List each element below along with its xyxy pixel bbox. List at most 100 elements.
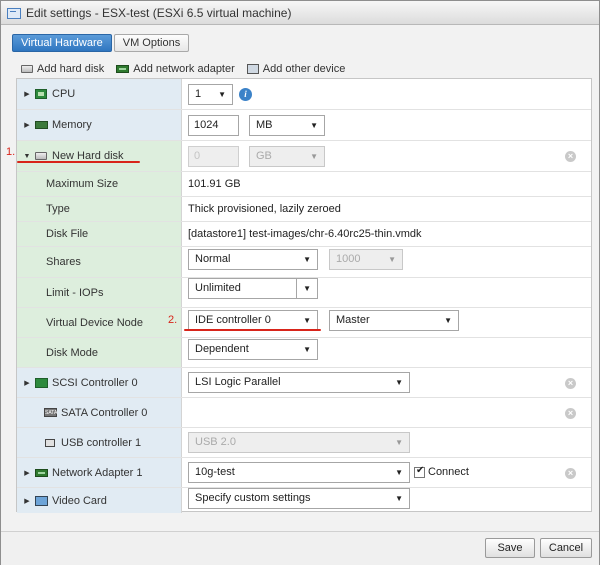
- disk-file-value-cell: [datastore1] test-images/chr-6.40rc25-th…: [188, 222, 422, 246]
- disk-limit-iops-row: Limit - IOPs Unlimited ▼: [17, 278, 591, 308]
- info-icon[interactable]: i: [239, 88, 252, 101]
- hardware-row-usb-controller: USB controller 1 USB 2.0 ▼: [17, 428, 591, 458]
- connect-checkbox[interactable]: [414, 465, 425, 478]
- position-value: Master: [336, 314, 370, 326]
- remove-device-icon[interactable]: ×: [565, 468, 576, 479]
- expand-arrow-icon[interactable]: ▶: [23, 497, 31, 505]
- shares-amount-select[interactable]: 1000 ▼: [329, 249, 403, 270]
- type-label: Type: [46, 203, 70, 215]
- cancel-button[interactable]: Cancel: [540, 538, 592, 558]
- edit-settings-dialog: Edit settings - ESX-test (ESXi 6.5 virtu…: [0, 0, 600, 565]
- type-value-cell: Thick provisioned, lazily zeroed: [188, 197, 341, 221]
- scsi-controller-type-select[interactable]: LSI Logic Parallel ▼: [188, 372, 410, 393]
- cpu-count-value: 1: [195, 88, 202, 100]
- chevron-down-icon: ▼: [395, 438, 403, 447]
- hardware-row-memory: ▶ Memory 1024 MB ▼: [17, 110, 591, 141]
- scsi-controller-type-value: LSI Logic Parallel: [195, 376, 281, 388]
- window-title: Edit settings - ESX-test (ESXi 6.5 virtu…: [26, 5, 292, 20]
- expand-arrow-icon[interactable]: ▶: [23, 379, 31, 387]
- limit-iops-label: Limit - IOPs: [46, 286, 104, 299]
- annotation-2: 2.: [168, 314, 178, 326]
- sata-controller-label-cell[interactable]: SATA SATA Controller 0: [17, 398, 182, 427]
- shares-select[interactable]: Normal ▼: [188, 249, 318, 270]
- connect-label: Connect: [428, 466, 469, 478]
- device-node-controller-select[interactable]: IDE controller 0 ▼: [188, 310, 318, 331]
- network-adapter-label: Network Adapter 1: [52, 466, 143, 479]
- sata-controller-icon: SATA: [44, 408, 58, 417]
- remove-device-icon[interactable]: ×: [565, 408, 576, 419]
- disk-mode-select[interactable]: Dependent ▼: [188, 339, 318, 360]
- disk-size-input[interactable]: 0: [188, 146, 239, 167]
- shares-label: Shares: [46, 256, 81, 268]
- hardware-row-sata-controller: SATA SATA Controller 0 ×: [17, 398, 591, 428]
- memory-input[interactable]: 1024: [188, 115, 239, 136]
- cpu-icon: [35, 89, 47, 99]
- maximum-size-value-cell: 101.91 GB: [188, 172, 241, 196]
- title-bar[interactable]: Edit settings - ESX-test (ESXi 6.5 virtu…: [1, 1, 599, 25]
- hardware-row-network-adapter: ▶ Network Adapter 1 10g-test ▼ Connect ×: [17, 458, 591, 488]
- usb-controller-icon: [44, 438, 56, 448]
- usb-version-select[interactable]: USB 2.0 ▼: [188, 432, 410, 453]
- limit-iops-value: Unlimited: [195, 282, 241, 294]
- shares-amount-value: 1000: [336, 253, 361, 265]
- remove-device-icon[interactable]: ×: [565, 151, 576, 162]
- remove-device-icon[interactable]: ×: [565, 378, 576, 389]
- disk-shares-row: Shares Normal ▼ 1000 ▼: [17, 247, 591, 278]
- maximum-size-label: Maximum Size: [46, 178, 119, 190]
- usb-controller-label: USB controller 1: [61, 436, 142, 449]
- memory-label: Memory: [52, 119, 92, 131]
- annotation-underline-2: [184, 329, 321, 331]
- cpu-count-select[interactable]: 1 ▼: [188, 84, 233, 105]
- virtual-device-node-row: Virtual Device Node IDE controller 0 ▼ M…: [17, 308, 591, 338]
- disk-file-row: Disk File [datastore1] test-images/chr-6…: [17, 222, 591, 247]
- save-button[interactable]: Save: [485, 538, 535, 558]
- chevron-down-icon: ▼: [395, 494, 403, 503]
- disk-file-label: Disk File: [46, 228, 89, 240]
- network-select[interactable]: 10g-test ▼: [188, 462, 410, 483]
- memory-label-cell[interactable]: ▶ Memory: [17, 110, 182, 140]
- disk-size-unit-select[interactable]: GB ▼: [249, 146, 325, 167]
- chevron-down-icon: ▼: [296, 279, 311, 298]
- network-adapter-label-cell[interactable]: ▶ Network Adapter 1: [17, 458, 182, 487]
- hard-disk-icon: [21, 65, 33, 73]
- annotation-1: 1.: [6, 146, 16, 158]
- video-card-label-cell[interactable]: ▶ Video Card: [17, 488, 182, 513]
- disk-type-row: Type Thick provisioned, lazily zeroed: [17, 197, 591, 222]
- device-node-position-select[interactable]: Master ▼: [329, 310, 459, 331]
- disk-mode-label: Disk Mode: [46, 346, 98, 359]
- hardware-row-cpu: ▶ CPU 1 ▼ i: [17, 79, 591, 110]
- type-label-cell: Type: [17, 197, 182, 221]
- limit-iops-select[interactable]: Unlimited ▼: [188, 278, 318, 299]
- expand-arrow-icon[interactable]: ▶: [23, 90, 31, 98]
- dialog-footer: Save Cancel: [1, 531, 599, 565]
- usb-controller-label-cell[interactable]: USB controller 1: [17, 428, 182, 457]
- add-hard-disk-button[interactable]: Add hard disk: [21, 63, 104, 75]
- new-hard-disk-label-cell[interactable]: ▼ New Hard disk: [17, 141, 182, 171]
- network-adapter-icon: [116, 65, 130, 73]
- maximum-size-label-cell: Maximum Size: [17, 172, 182, 196]
- expand-arrow-icon[interactable]: ▶: [23, 469, 31, 477]
- chevron-down-icon: ▼: [303, 345, 311, 354]
- add-network-adapter-button[interactable]: Add network adapter: [116, 63, 235, 75]
- expand-arrow-icon[interactable]: ▶: [23, 121, 31, 129]
- cpu-label-cell[interactable]: ▶ CPU: [17, 79, 182, 109]
- hardware-row-new-hard-disk: ▼ New Hard disk 0 GB ▼ ×: [17, 141, 591, 172]
- hard-disk-icon: [35, 152, 47, 160]
- tab-vm-options[interactable]: VM Options: [113, 34, 190, 52]
- add-other-device-label: Add other device: [262, 63, 346, 75]
- tab-virtual-hardware[interactable]: Virtual Hardware: [12, 34, 112, 52]
- virtual-device-node-label-cell: Virtual Device Node: [17, 308, 182, 337]
- add-other-device-button[interactable]: Add other device: [246, 63, 346, 75]
- annotation-underline-1: [17, 161, 140, 163]
- disk-mode-value: Dependent: [195, 343, 249, 355]
- tab-bar: Virtual Hardware VM Options: [12, 34, 191, 52]
- video-card-settings-select[interactable]: Specify custom settings ▼: [188, 488, 410, 509]
- video-card-label: Video Card: [52, 494, 107, 507]
- network-value: 10g-test: [195, 466, 235, 478]
- hardware-row-video-card: ▶ Video Card Specify custom settings ▼: [17, 488, 591, 513]
- video-card-settings-value: Specify custom settings: [195, 492, 311, 504]
- memory-unit-select[interactable]: MB ▼: [249, 115, 325, 136]
- hardware-row-scsi-controller: ▶ SCSI Controller 0 LSI Logic Parallel ▼…: [17, 368, 591, 398]
- scsi-controller-label-cell[interactable]: ▶ SCSI Controller 0: [17, 368, 182, 397]
- collapse-arrow-icon[interactable]: ▼: [23, 153, 31, 160]
